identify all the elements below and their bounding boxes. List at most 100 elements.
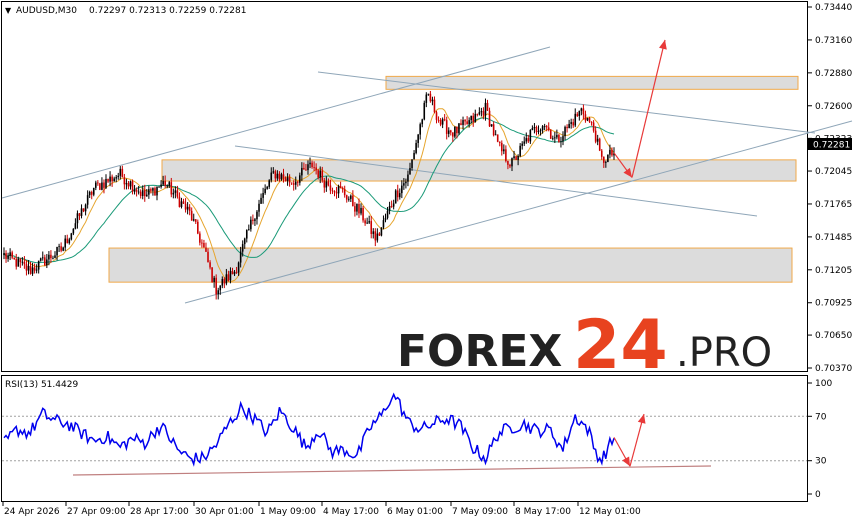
candle-body — [245, 229, 248, 239]
candle-body — [188, 206, 191, 211]
candle-body — [413, 152, 415, 160]
candle-body — [123, 177, 126, 185]
candle-body — [549, 130, 552, 139]
candle-body — [464, 120, 466, 122]
candle-body — [417, 134, 419, 144]
candle-body — [558, 135, 560, 142]
watermark-24: 24 — [573, 306, 668, 385]
candle-body — [209, 262, 211, 268]
candle-body — [437, 119, 440, 121]
candle-body — [309, 162, 311, 165]
candle-body — [90, 191, 93, 195]
candle-body — [380, 227, 383, 236]
candle-body — [378, 233, 381, 236]
candle-body — [152, 188, 154, 191]
candle-body — [5, 253, 7, 259]
candle-body — [215, 277, 217, 295]
candle-body — [566, 126, 568, 129]
candle-body — [264, 188, 266, 194]
candle-body — [535, 126, 538, 133]
candle-body — [60, 246, 62, 251]
candle-body — [319, 170, 322, 178]
price-tick-label: 0.71205 — [815, 266, 852, 276]
candle-body — [496, 134, 499, 142]
candle-body — [452, 132, 454, 137]
candle-body — [537, 131, 540, 133]
candle-body — [141, 190, 144, 196]
candle-body — [515, 156, 517, 160]
candle-body — [133, 189, 136, 192]
candle-body — [190, 210, 193, 221]
candle-body — [182, 201, 185, 204]
candle-body — [301, 167, 303, 176]
candle-body — [56, 246, 58, 256]
candle-body — [423, 102, 426, 120]
watermark-pro: .PRO — [676, 330, 772, 376]
candle-body — [382, 220, 385, 228]
price-zone — [161, 159, 797, 182]
candle-body — [386, 210, 389, 218]
candle-body — [44, 257, 46, 266]
candle-body — [305, 169, 307, 171]
candle-body — [256, 211, 258, 220]
candle-body — [125, 183, 128, 185]
candle-body — [272, 171, 275, 173]
price-tick-label: 0.73160 — [815, 36, 852, 46]
candle-body — [600, 150, 603, 157]
candle-body — [500, 142, 503, 152]
candle-body — [282, 174, 285, 179]
candle-body — [174, 190, 177, 193]
candle-body — [331, 190, 334, 192]
candle-body — [478, 112, 481, 115]
candle-body — [11, 252, 13, 258]
candle-body — [274, 171, 277, 179]
candle-body — [288, 177, 291, 183]
candle-body — [523, 141, 526, 144]
candle-body — [551, 138, 554, 140]
candle-body — [403, 183, 405, 186]
candle-body — [284, 178, 287, 181]
price-tick-label: 0.70925 — [815, 299, 852, 309]
candle-body — [586, 117, 589, 121]
candle-body — [447, 130, 450, 134]
candle-body — [419, 124, 421, 135]
candle-body — [203, 243, 205, 248]
candle-body — [568, 123, 570, 129]
candle-body — [482, 111, 485, 116]
candle-body — [227, 274, 230, 281]
candle-body — [131, 181, 134, 192]
candle-body — [564, 126, 566, 137]
candle-body — [313, 167, 315, 168]
candle-body — [519, 145, 521, 156]
candle-body — [580, 108, 583, 111]
candle-body — [46, 259, 48, 266]
time-tick-label: 1 May 09:00 — [260, 507, 316, 517]
candle-body — [217, 290, 220, 295]
price-tick-label: 0.71485 — [815, 233, 852, 243]
candle-body — [231, 271, 234, 275]
candle-body — [68, 239, 71, 244]
candle-body — [443, 119, 446, 121]
price-tick-label: 0.73440 — [815, 3, 852, 13]
candle-body — [358, 203, 360, 214]
candle-body — [25, 264, 28, 271]
candle-body — [115, 177, 118, 179]
candle-body — [129, 181, 132, 187]
candle-body — [211, 267, 213, 283]
candle-body — [607, 154, 609, 162]
candle-body — [384, 217, 387, 221]
rsi-panel-frame — [1, 375, 808, 502]
candle-body — [547, 127, 550, 131]
candle-body — [509, 164, 511, 167]
candle-body — [354, 206, 356, 212]
candle-body — [325, 181, 328, 188]
candle-body — [374, 231, 377, 241]
candle-body — [9, 252, 11, 256]
candle-body — [602, 156, 605, 163]
candle-body — [66, 238, 69, 244]
candle-body — [107, 178, 109, 182]
candle-body — [350, 195, 352, 199]
time-tick-label: 30 Apr 01:00 — [195, 507, 254, 517]
candle-body — [311, 162, 313, 168]
candle-body — [439, 119, 442, 125]
